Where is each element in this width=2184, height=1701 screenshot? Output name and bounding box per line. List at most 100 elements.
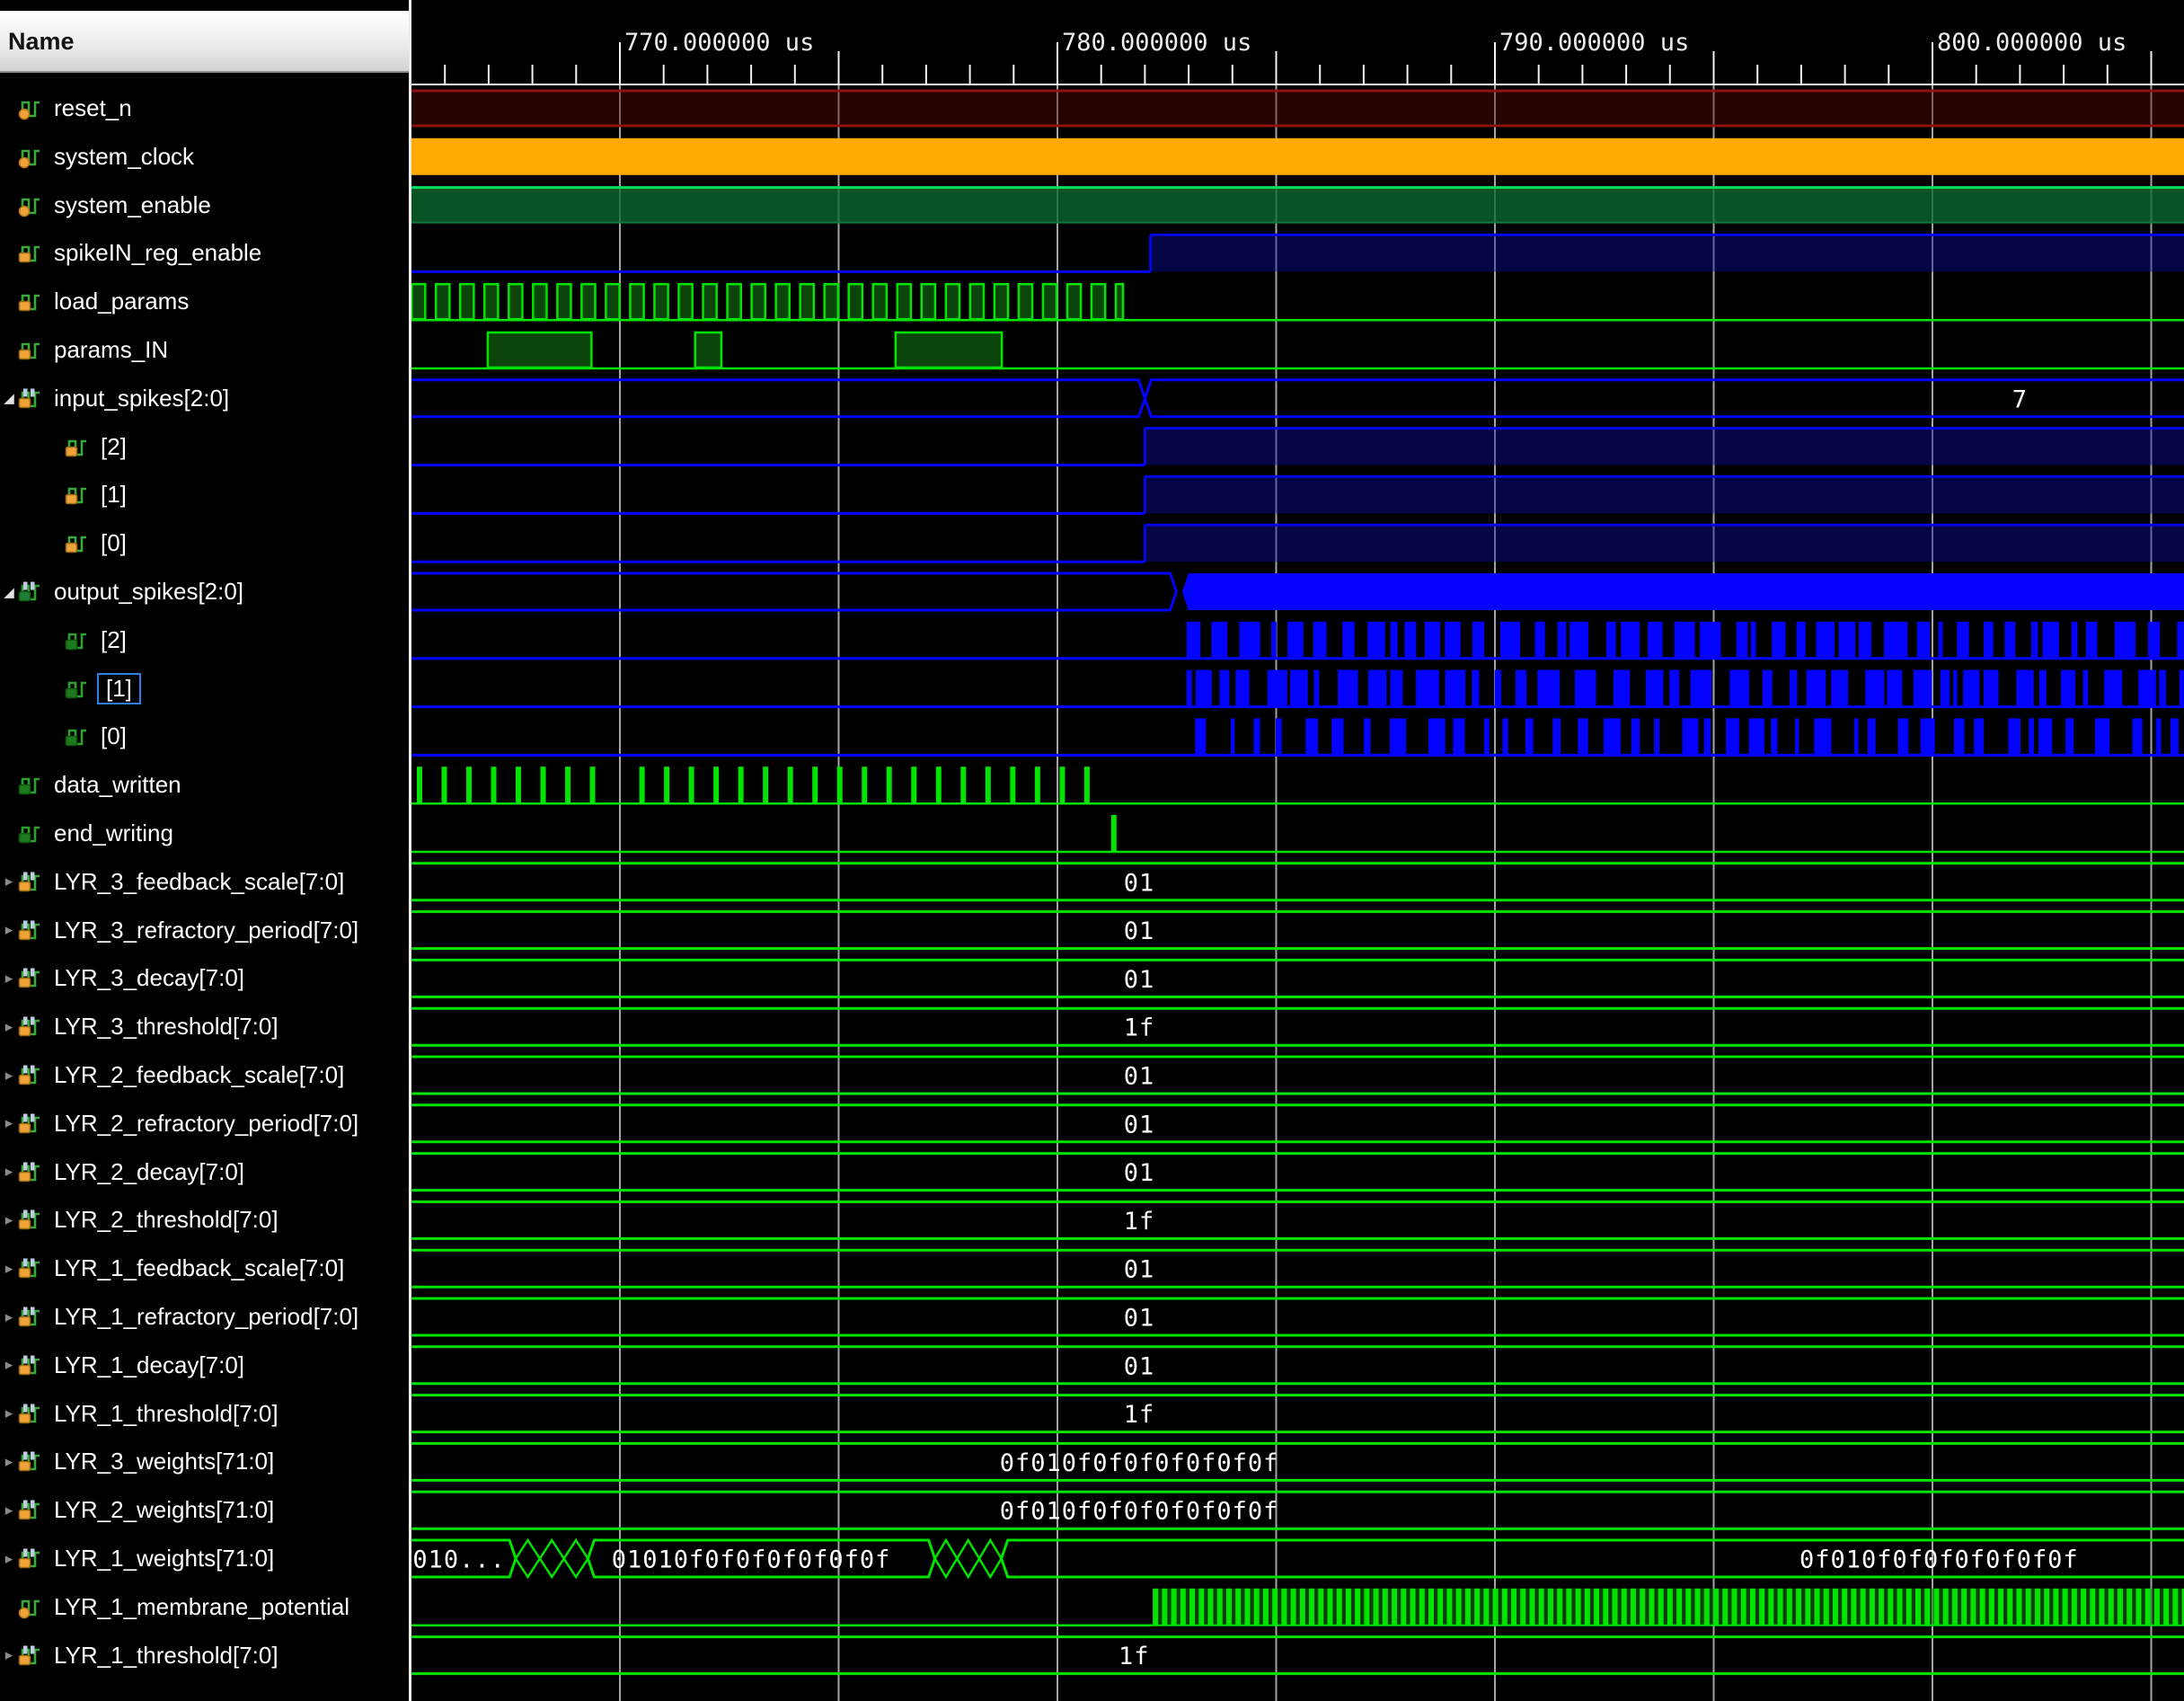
signal-row-1-12[interactable]: [1] xyxy=(0,670,455,707)
time-ruler[interactable]: 770.000000 us780.000000 us790.000000 us8… xyxy=(411,29,2184,84)
expand-icon[interactable]: ▸ xyxy=(0,1260,18,1278)
expand-icon[interactable]: ▸ xyxy=(0,1163,18,1181)
signal-label[interactable]: reset_n xyxy=(50,94,136,122)
signal-label[interactable]: LYR_2_threshold[7:0] xyxy=(50,1206,282,1234)
signal-row-LYR-2-decay-7-0-22[interactable]: ▸ LYR_2_decay[7:0] xyxy=(0,1154,409,1191)
signal-row-LYR-2-refractory-period-7-0-21[interactable]: ▸ LYR_2_refractory_period[7:0] xyxy=(0,1105,409,1142)
signal-row-LYR-2-feedback-scale-7-0-20[interactable]: ▸ LYR_2_feedback_scale[7:0] xyxy=(0,1057,409,1094)
wave-LYR-1-refractory-period-7-0-25: 01 xyxy=(411,1298,2184,1335)
signal-label[interactable]: LYR_1_refractory_period[7:0] xyxy=(50,1303,362,1331)
signal-label[interactable]: [2] xyxy=(97,433,130,461)
signal-row-LYR-1-decay-7-0-26[interactable]: ▸ LYR_1_decay[7:0] xyxy=(0,1347,409,1384)
signal-row-LYR-3-feedback-scale-7-0-16[interactable]: ▸ LYR_3_feedback_scale[7:0] xyxy=(0,864,409,900)
signal-label[interactable]: LYR_3_weights[71:0] xyxy=(50,1448,278,1475)
expand-icon[interactable]: ▸ xyxy=(0,1114,18,1132)
bus-orange-icon xyxy=(18,1353,42,1378)
signal-row-system-clock-1[interactable]: system_clock xyxy=(0,138,409,175)
signal-row-end-writing-15[interactable]: end_writing xyxy=(0,815,409,852)
signal-label[interactable]: system_enable xyxy=(50,191,215,219)
signal-row-LYR-3-weights-71-0-28[interactable]: ▸ LYR_3_weights[71:0] xyxy=(0,1443,409,1480)
bus-value: 01010f0f0f0f0f0f0f xyxy=(612,1546,891,1574)
signal-label[interactable]: output_spikes[2:0] xyxy=(50,578,247,606)
expand-icon[interactable]: ▸ xyxy=(0,1356,18,1374)
bus-value: 1f xyxy=(1124,1401,1155,1429)
wave-LYR-1-feedback-scale-7-0-24: 01 xyxy=(411,1250,2184,1287)
signal-row-1-8[interactable]: [1] xyxy=(0,476,455,513)
signal-row-LYR-3-decay-7-0-18[interactable]: ▸ LYR_3_decay[7:0] xyxy=(0,960,409,997)
signal-label[interactable]: data_written xyxy=(50,771,185,799)
signal-label[interactable]: LYR_1_membrane_potential xyxy=(50,1593,353,1621)
signal-row-LYR-1-membrane-potential-31[interactable]: LYR_1_membrane_potential xyxy=(0,1589,409,1626)
signal-label[interactable]: LYR_3_feedback_scale[7:0] xyxy=(50,868,348,896)
expand-icon[interactable]: ▸ xyxy=(0,1646,18,1664)
expand-icon[interactable]: ▸ xyxy=(0,970,18,988)
bus-value: 01 xyxy=(1124,1305,1155,1333)
signal-label[interactable]: system_clock xyxy=(50,143,198,171)
collapse-icon[interactable]: ◢ xyxy=(0,390,18,406)
signal-row-system-enable-2[interactable]: system_enable xyxy=(0,187,409,224)
signal-row-data-written-14[interactable]: data_written xyxy=(0,766,409,803)
signal-row-LYR-1-feedback-scale-7-0-24[interactable]: ▸ LYR_1_feedback_scale[7:0] xyxy=(0,1250,409,1287)
signal-row-0-9[interactable]: [0] xyxy=(0,525,455,562)
signal-row-load-params-4[interactable]: load_params xyxy=(0,283,409,320)
signal-row-output-spikes-2-0-10[interactable]: ◢ output_spikes[2:0] xyxy=(0,573,409,610)
expand-icon[interactable]: ▸ xyxy=(0,1550,18,1568)
signal-row-params-IN-5[interactable]: params_IN xyxy=(0,332,409,368)
signal-label[interactable]: LYR_1_threshold[7:0] xyxy=(50,1400,282,1428)
signal-row-LYR-1-weights-71-0-30[interactable]: ▸ LYR_1_weights[71:0] xyxy=(0,1540,409,1577)
signal-row-LYR-2-weights-71-0-29[interactable]: ▸ LYR_2_weights[71:0] xyxy=(0,1492,409,1528)
signal-label[interactable]: end_writing xyxy=(50,819,177,847)
signal-label[interactable]: LYR_1_weights[71:0] xyxy=(50,1545,278,1573)
wave-LYR-1-threshold-7-0-27: 1f xyxy=(411,1395,2184,1432)
signal-row-LYR-1-refractory-period-7-0-25[interactable]: ▸ LYR_1_refractory_period[7:0] xyxy=(0,1298,409,1335)
signal-label[interactable]: [0] xyxy=(97,529,130,557)
signal-label[interactable]: spikeIN_reg_enable xyxy=(50,239,265,267)
signal-label[interactable]: LYR_3_threshold[7:0] xyxy=(50,1013,282,1041)
signal-label[interactable]: load_params xyxy=(50,288,192,315)
expand-icon[interactable]: ▸ xyxy=(0,1453,18,1471)
expand-icon[interactable]: ▸ xyxy=(0,1308,18,1326)
signal-label[interactable]: LYR_2_refractory_period[7:0] xyxy=(50,1110,362,1138)
signal-label[interactable]: [0] xyxy=(97,722,130,750)
expand-icon[interactable]: ▸ xyxy=(0,921,18,939)
signal-row-2-7[interactable]: [2] xyxy=(0,429,455,465)
signal-row-LYR-1-threshold-7-0-27[interactable]: ▸ LYR_1_threshold[7:0] xyxy=(0,1395,409,1432)
names-header[interactable]: Name xyxy=(0,11,409,73)
expand-icon[interactable]: ▸ xyxy=(0,873,18,890)
wave-LYR-1-threshold-7-0-32: 1f xyxy=(411,1637,2184,1674)
signal-label[interactable]: LYR_1_decay[7:0] xyxy=(50,1351,248,1379)
signal-label[interactable]: LYR_3_decay[7:0] xyxy=(50,964,248,992)
expand-icon[interactable]: ▸ xyxy=(0,1018,18,1036)
signal-label[interactable]: LYR_3_refractory_period[7:0] xyxy=(50,917,362,944)
signal-row-LYR-1-threshold-7-0-32[interactable]: ▸ LYR_1_threshold[7:0] xyxy=(0,1637,409,1674)
bus-value: 0f010f0f0f0f0f0f0f xyxy=(1000,1449,1279,1477)
signal-names-panel: Name reset_n system_clock system_enablespi… xyxy=(0,0,409,1701)
signal-label[interactable]: LYR_1_feedback_scale[7:0] xyxy=(50,1254,348,1282)
signal-row-2-11[interactable]: [2] xyxy=(0,622,455,659)
signal-row-LYR-3-refractory-period-7-0-17[interactable]: ▸ LYR_3_refractory_period[7:0] xyxy=(0,912,409,949)
signal-label[interactable]: input_spikes[2:0] xyxy=(50,385,233,412)
signal-row-0-13[interactable]: [0] xyxy=(0,718,455,755)
signal-label[interactable]: [1] xyxy=(97,673,141,704)
signal-label[interactable]: LYR_2_weights[71:0] xyxy=(50,1496,278,1524)
waveform-viewer-window: 770.000000 us780.000000 us790.000000 us8… xyxy=(0,0,2184,1701)
signal-label[interactable]: [2] xyxy=(97,626,130,654)
signal-row-LYR-2-threshold-7-0-23[interactable]: ▸ LYR_2_threshold[7:0] xyxy=(0,1201,409,1238)
expand-icon[interactable]: ▸ xyxy=(0,1404,18,1422)
signal-label[interactable]: [1] xyxy=(97,481,130,509)
collapse-icon[interactable]: ◢ xyxy=(0,584,18,600)
expand-icon[interactable]: ▸ xyxy=(0,1502,18,1519)
wave-input-spikes-2-0-6: 7 xyxy=(411,380,2184,417)
signal-row-spikeIN-reg-enable-3[interactable]: spikeIN_reg_enable xyxy=(0,235,409,271)
expand-icon[interactable]: ▸ xyxy=(0,1067,18,1085)
bus-orange-icon xyxy=(18,1643,42,1668)
panel-splitter[interactable] xyxy=(409,0,411,1701)
signal-label[interactable]: LYR_2_decay[7:0] xyxy=(50,1158,248,1186)
expand-icon[interactable]: ▸ xyxy=(0,1211,18,1229)
signal-row-reset-n-0[interactable]: reset_n xyxy=(0,90,409,127)
signal-row-LYR-3-threshold-7-0-19[interactable]: ▸ LYR_3_threshold[7:0] xyxy=(0,1008,409,1045)
signal-row-input-spikes-2-0-6[interactable]: ◢ input_spikes[2:0] xyxy=(0,380,409,417)
signal-label[interactable]: LYR_1_threshold[7:0] xyxy=(50,1642,282,1670)
signal-label[interactable]: LYR_2_feedback_scale[7:0] xyxy=(50,1061,348,1089)
signal-label[interactable]: params_IN xyxy=(50,336,172,364)
